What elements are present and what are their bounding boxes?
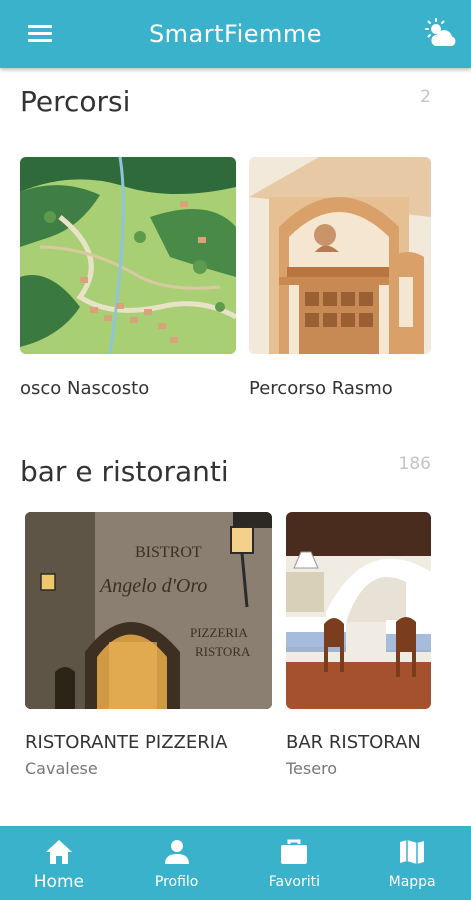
section-count: 186 [398,454,431,474]
section-title: Percorsi [20,85,131,118]
home-icon [45,840,72,864]
section-bar-ristoranti: bar e ristoranti 186 BISTROT Angelo d'Or… [0,448,471,818]
card-subtitle: Cavalese [25,759,98,778]
pizzeria-photo: BISTROT Angelo d'Oro PIZZERIA RISTORA [25,512,272,709]
section-count: 2 [420,87,431,107]
restaurant-photo [286,512,431,709]
briefcase-icon [281,839,308,864]
map-icon [400,840,425,864]
app-title: SmartFiemme [148,20,323,48]
sign-text: Angelo d'Oro [98,575,207,597]
app-bar: SmartFiemme [0,0,471,68]
section-percorsi: Percorsi 2 osco Nascosto Percorso Rasmo [0,68,471,428]
card-subtitle: Tesero [286,759,338,778]
card-image-church[interactable] [249,157,431,354]
nav-home[interactable]: Home [0,826,118,900]
nav-favoriti[interactable]: Favoriti [236,826,354,900]
card-image-restaurant[interactable] [286,512,431,709]
nav-label: Favoriti [268,874,320,890]
weather-partly-cloudy-icon[interactable] [423,16,459,52]
sign-text: BISTROT [135,544,202,561]
card-title[interactable]: Percorso Rasmo [249,378,393,399]
sign-text: RISTORA [195,644,251,659]
menu-icon[interactable] [26,22,54,46]
card-title[interactable]: osco Nascosto [20,378,149,399]
bottom-nav: Home Profilo Favoriti Mappa [0,826,471,900]
map-illustration [20,157,236,354]
nav-profilo[interactable]: Profilo [118,826,236,900]
card-title[interactable]: BAR RISTORAN [286,732,431,753]
nav-label: Home [33,872,84,892]
card-title[interactable]: RISTORANTE PIZZERIA [25,732,227,753]
nav-label: Profilo [154,874,199,890]
section-title: bar e ristoranti [20,455,229,488]
person-icon [164,840,189,864]
card-image-map[interactable] [20,157,236,354]
nav-label: Mappa [388,874,436,890]
church-illustration [249,157,431,354]
nav-mappa[interactable]: Mappa [353,826,471,900]
sign-text: PIZZERIA [190,625,248,640]
card-image-pizzeria[interactable]: BISTROT Angelo d'Oro PIZZERIA RISTORA [25,512,272,709]
main-content: Percorsi 2 osco Nascosto Percorso Rasmo … [0,68,471,826]
